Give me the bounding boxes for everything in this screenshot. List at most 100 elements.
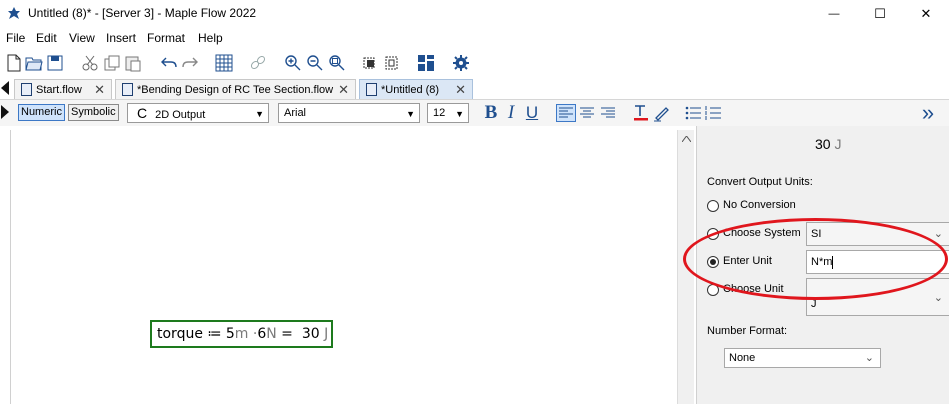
radio-choose-unit[interactable] bbox=[707, 284, 719, 296]
copy-image-icon[interactable] bbox=[362, 54, 380, 72]
result-unit: J bbox=[324, 326, 329, 342]
undo-icon[interactable] bbox=[160, 54, 178, 72]
open-folder-icon[interactable] bbox=[25, 54, 43, 72]
font-size-select[interactable]: 12 ▼ bbox=[427, 103, 469, 123]
zoom-in-icon[interactable] bbox=[284, 54, 302, 72]
unit-select[interactable]: J ⌄ bbox=[806, 278, 949, 316]
close-tab-icon[interactable]: ✕ bbox=[338, 82, 349, 98]
document-canvas[interactable] bbox=[10, 130, 677, 404]
close-icon: ✕ bbox=[920, 6, 932, 21]
paste-image-icon[interactable] bbox=[383, 54, 401, 72]
maximize-icon: ☐ bbox=[874, 6, 886, 21]
output-mode-select[interactable]: C 2D Output ▼ bbox=[127, 103, 269, 123]
menu-bar: File Edit View Insert Format Help bbox=[0, 28, 949, 48]
new-document-icon[interactable] bbox=[5, 54, 23, 72]
numbered-list-icon[interactable] bbox=[704, 104, 722, 122]
radio-label-no-conversion: No Conversion bbox=[723, 199, 796, 211]
close-button[interactable]: ✕ bbox=[903, 0, 949, 28]
chevron-down-icon: ▼ bbox=[406, 109, 415, 119]
zoom-fit-icon[interactable] bbox=[328, 54, 346, 72]
tab-untitled-8[interactable]: *Untitled (8) ✕ bbox=[359, 79, 473, 99]
tab-label: Start.flow bbox=[36, 83, 82, 96]
menu-help[interactable]: Help bbox=[198, 31, 223, 45]
radio-label-choose-system: Choose System bbox=[723, 227, 801, 239]
minimize-button[interactable]: — bbox=[811, 0, 857, 28]
chevron-down-icon: ⌄ bbox=[864, 352, 874, 364]
collapse-panel-button[interactable]: » bbox=[918, 100, 938, 125]
chevron-down-icon: ⌄ bbox=[933, 228, 943, 240]
enter-unit-input[interactable]: N*m bbox=[806, 250, 949, 274]
italic-button[interactable]: I bbox=[504, 102, 518, 123]
radio-no-conversion[interactable] bbox=[707, 200, 719, 212]
menu-view[interactable]: View bbox=[69, 31, 95, 45]
text-cursor bbox=[832, 255, 834, 269]
bold-button[interactable]: B bbox=[483, 102, 499, 123]
chevron-down-icon: ▼ bbox=[455, 109, 464, 119]
scroll-tabs-left-icon[interactable] bbox=[1, 81, 9, 95]
cut-icon[interactable] bbox=[81, 54, 99, 72]
font-size-value: 12 bbox=[433, 107, 446, 119]
radio-choose-system[interactable] bbox=[707, 228, 719, 240]
context-panel: 30 J Convert Output Units: No Conversion… bbox=[696, 126, 949, 404]
settings-gear-icon[interactable] bbox=[452, 54, 470, 72]
highlight-pen-icon[interactable] bbox=[652, 103, 672, 123]
equals-sign: = bbox=[281, 326, 293, 342]
main-toolbar bbox=[0, 48, 949, 78]
table-grid-icon[interactable] bbox=[215, 54, 233, 72]
copy-icon[interactable] bbox=[103, 54, 121, 72]
align-center-icon[interactable] bbox=[578, 104, 596, 122]
result-value: 30 bbox=[301, 326, 320, 342]
panel-result-unit: J bbox=[834, 136, 842, 152]
align-left-icon[interactable] bbox=[556, 104, 576, 122]
scroll-up-icon[interactable] bbox=[682, 136, 691, 142]
paste-icon[interactable] bbox=[124, 54, 142, 72]
tab-label: *Untitled (8) bbox=[381, 83, 440, 96]
unit-select-value: J bbox=[811, 298, 817, 310]
close-tab-icon[interactable]: ✕ bbox=[94, 82, 105, 98]
text-color-icon[interactable] bbox=[632, 103, 650, 123]
flow-document-icon bbox=[21, 83, 32, 96]
menu-edit[interactable]: Edit bbox=[36, 31, 57, 45]
enter-unit-value: N*m bbox=[811, 256, 833, 268]
save-icon[interactable] bbox=[46, 54, 64, 72]
unit-meter: m bbox=[234, 326, 249, 342]
maple-flow-logo-icon bbox=[8, 7, 20, 19]
tab-label: *Bending Design of RC Tee Section.flow bbox=[137, 83, 334, 96]
chevron-down-icon: ⌄ bbox=[933, 292, 943, 304]
font-family-value: Arial bbox=[284, 107, 307, 119]
menu-file[interactable]: File bbox=[6, 31, 25, 45]
menu-format[interactable]: Format bbox=[147, 31, 185, 45]
vertical-scrollbar[interactable] bbox=[677, 130, 694, 404]
radio-enter-unit[interactable] bbox=[707, 256, 719, 268]
tab-start-flow[interactable]: Start.flow ✕ bbox=[14, 79, 112, 99]
number-format-select[interactable]: None ⌄ bbox=[724, 348, 881, 368]
math-operand-b: 6 bbox=[257, 326, 267, 342]
system-select[interactable]: SI ⌄ bbox=[806, 222, 949, 246]
math-operand-a: 5 bbox=[225, 326, 235, 342]
bullet-list-icon[interactable] bbox=[684, 104, 702, 122]
close-tab-icon[interactable]: ✕ bbox=[455, 82, 466, 98]
system-select-value: SI bbox=[811, 228, 822, 240]
link-icon[interactable] bbox=[249, 54, 267, 72]
menu-insert[interactable]: Insert bbox=[106, 31, 136, 45]
align-right-icon[interactable] bbox=[599, 104, 617, 122]
flow-document-icon bbox=[366, 83, 377, 96]
redo-icon[interactable] bbox=[181, 54, 199, 72]
symbolic-mode-button[interactable]: Symbolic bbox=[68, 104, 119, 121]
title-bar: Untitled (8)* - [Server 3] - Maple Flow … bbox=[0, 0, 949, 28]
flow-document-icon bbox=[122, 83, 133, 96]
assign-operator: ≔ bbox=[207, 326, 222, 342]
math-expression[interactable]: torque ≔ 5m · 6 N = 30 J bbox=[150, 320, 333, 348]
layout-icon[interactable] bbox=[417, 54, 435, 72]
tab-bending-design[interactable]: *Bending Design of RC Tee Section.flow ✕ bbox=[115, 79, 356, 99]
font-family-select[interactable]: Arial ▼ bbox=[278, 103, 420, 123]
window-title: Untitled (8)* - [Server 3] - Maple Flow … bbox=[28, 6, 257, 20]
underline-button[interactable]: U bbox=[524, 103, 540, 123]
chevron-down-icon: ▼ bbox=[255, 109, 264, 119]
output-mode-prefix: C bbox=[137, 105, 148, 121]
scroll-right-icon[interactable] bbox=[1, 105, 9, 119]
number-format-heading: Number Format: bbox=[707, 325, 788, 337]
numeric-mode-button[interactable]: Numeric bbox=[18, 104, 65, 121]
zoom-out-icon[interactable] bbox=[306, 54, 324, 72]
maximize-button[interactable]: ☐ bbox=[857, 0, 903, 28]
